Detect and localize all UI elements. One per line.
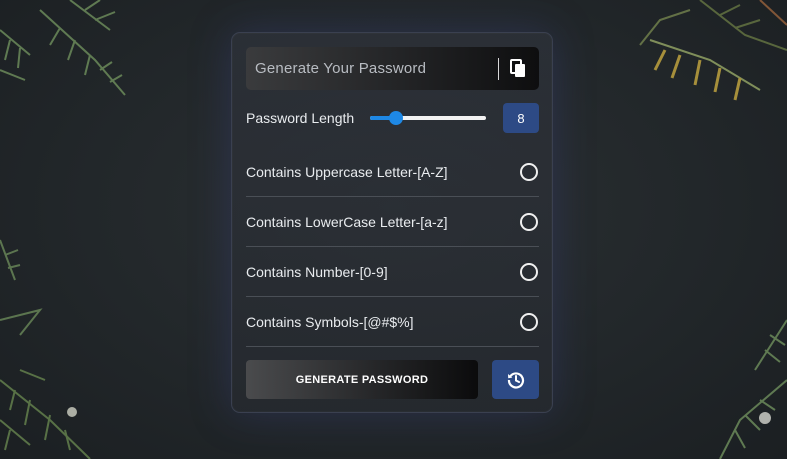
copy-divider xyxy=(498,57,499,80)
option-label: Contains Number-[0-9] xyxy=(246,263,388,280)
copy-button[interactable] xyxy=(507,58,529,80)
option-lowercase[interactable]: Contains LowerCase Letter-[a-z] xyxy=(246,197,539,247)
uppercase-radio[interactable] xyxy=(520,162,538,181)
option-number[interactable]: Contains Number-[0-9] xyxy=(246,247,539,297)
password-length-row: Password Length 8 xyxy=(246,103,539,133)
option-label: Contains Symbols-[@#$%] xyxy=(246,313,414,330)
number-radio[interactable] xyxy=(520,262,538,281)
symbols-radio[interactable] xyxy=(520,312,538,331)
copy-icon xyxy=(509,59,525,77)
history-button[interactable] xyxy=(492,360,539,399)
generate-password-button[interactable]: GENERATE PASSWORD xyxy=(246,360,478,399)
password-length-value: 8 xyxy=(503,103,539,133)
password-length-slider[interactable] xyxy=(370,108,486,128)
option-label: Contains Uppercase Letter-[A-Z] xyxy=(246,163,448,180)
lowercase-radio[interactable] xyxy=(520,212,538,231)
option-label: Contains LowerCase Letter-[a-z] xyxy=(246,213,448,230)
options-list: Contains Uppercase Letter-[A-Z] Contains… xyxy=(246,147,539,347)
option-uppercase[interactable]: Contains Uppercase Letter-[A-Z] xyxy=(246,147,539,197)
option-symbols[interactable]: Contains Symbols-[@#$%] xyxy=(246,297,539,347)
history-icon xyxy=(507,371,524,388)
password-placeholder: Generate Your Password xyxy=(255,60,427,77)
password-length-label: Password Length xyxy=(246,110,355,126)
slider-thumb[interactable] xyxy=(388,111,403,125)
password-generator-card: Generate Your Password Password Length 8… xyxy=(231,32,553,413)
password-output-field[interactable]: Generate Your Password xyxy=(246,47,539,90)
